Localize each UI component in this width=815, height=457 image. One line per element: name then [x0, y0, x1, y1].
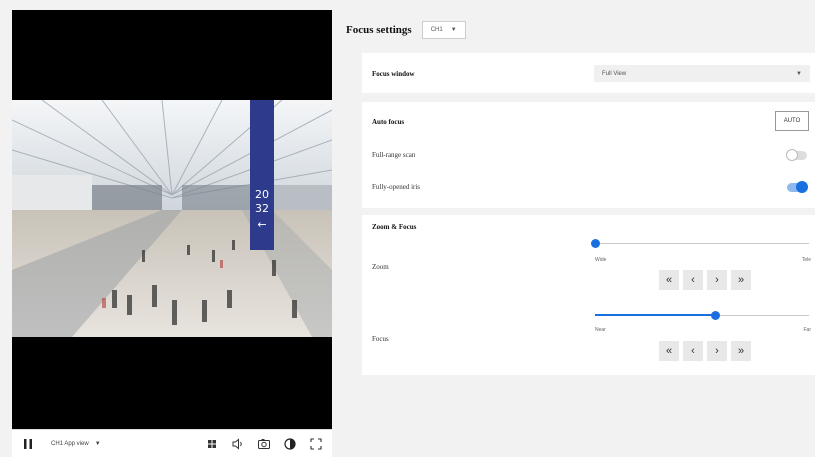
- focus-settings-panel: Focus settings CH1 ▼ Focus window Full V…: [342, 10, 815, 457]
- fully-opened-iris-label: Fully-opened iris: [372, 183, 421, 191]
- fully-opened-iris-toggle[interactable]: [787, 181, 808, 193]
- zoom-slider[interactable]: [591, 238, 809, 250]
- focus-window-label: Focus window: [372, 70, 415, 78]
- auto-focus-card: Auto focus AUTO Full-range scan Fully-op…: [362, 102, 815, 208]
- focus-slider-thumb[interactable]: [710, 311, 720, 320]
- focus-slider[interactable]: [595, 310, 809, 322]
- view-mode-label: CH1 App view: [51, 440, 89, 447]
- zoom-focus-card: Zoom & Focus Zoom Wide Tele « ‹ › » Focu…: [362, 215, 815, 375]
- zoom-slider-thumb[interactable]: [591, 239, 600, 248]
- zoom-step-buttons: « ‹ › »: [659, 270, 751, 290]
- fullscreen-button[interactable]: [306, 434, 326, 454]
- channel-label: CH1: [430, 27, 443, 33]
- fullscreen-icon: [310, 437, 322, 450]
- full-range-scan-label: Full-range scan: [372, 151, 416, 159]
- pause-icon: [24, 438, 32, 449]
- player-toolbar: CH1 App view ▼: [12, 429, 332, 457]
- grid-button[interactable]: [202, 434, 222, 454]
- video-panel: 20 32 ← CH1 App view ▼: [12, 10, 332, 457]
- camera-feed-image: 20 32 ←: [12, 100, 332, 337]
- pause-button[interactable]: [18, 434, 38, 454]
- focus-label: Focus: [372, 335, 389, 343]
- chevron-down-icon: ▼: [796, 70, 802, 77]
- zoom-focus-title: Zoom & Focus: [372, 223, 417, 231]
- zoom-label: Zoom: [372, 263, 389, 271]
- focus-step-back-button[interactable]: ‹: [683, 341, 703, 361]
- page-title: Focus settings: [346, 24, 412, 36]
- grid-icon: [208, 439, 216, 448]
- full-range-scan-toggle[interactable]: [786, 149, 807, 161]
- zoom-max-label: Tele: [801, 257, 811, 263]
- zoom-step-forward-button[interactable]: ›: [707, 270, 727, 290]
- zoom-min-label: Wide: [595, 257, 607, 263]
- snapshot-button[interactable]: [254, 434, 274, 454]
- camera-icon: [258, 438, 270, 449]
- settings-header: Focus settings CH1 ▼: [342, 10, 815, 50]
- svg-text:32: 32: [255, 202, 269, 215]
- channel-select[interactable]: CH1 ▼: [421, 21, 466, 39]
- focus-step-forward-button[interactable]: ›: [707, 341, 727, 361]
- svg-text:20: 20: [255, 188, 269, 201]
- focus-step-fast-forward-button[interactable]: »: [731, 341, 751, 361]
- focus-window-select[interactable]: Full View ▼: [594, 65, 810, 82]
- contrast-icon: [284, 437, 296, 450]
- chevron-down-icon: ▼: [94, 440, 101, 447]
- volume-button[interactable]: [228, 434, 248, 454]
- contrast-button[interactable]: [280, 434, 300, 454]
- volume-icon: [232, 437, 242, 450]
- zoom-step-back-button[interactable]: ‹: [683, 270, 703, 290]
- focus-max-label: Far: [803, 327, 812, 333]
- focus-window-value: Full View: [602, 70, 627, 77]
- view-mode-select[interactable]: CH1 App view ▼: [44, 436, 108, 452]
- zoom-step-fast-forward-button[interactable]: »: [731, 270, 751, 290]
- focus-window-card: Focus window Full View ▼: [362, 53, 815, 93]
- focus-min-label: Near: [595, 327, 606, 333]
- focus-step-fast-back-button[interactable]: «: [659, 341, 679, 361]
- focus-step-buttons: « ‹ › »: [659, 341, 751, 361]
- svg-text:←: ←: [257, 218, 266, 231]
- zoom-step-fast-back-button[interactable]: «: [659, 270, 679, 290]
- auto-focus-button[interactable]: AUTO: [775, 111, 809, 131]
- auto-focus-label: Auto focus: [372, 118, 405, 126]
- chevron-down-icon: ▼: [450, 27, 457, 33]
